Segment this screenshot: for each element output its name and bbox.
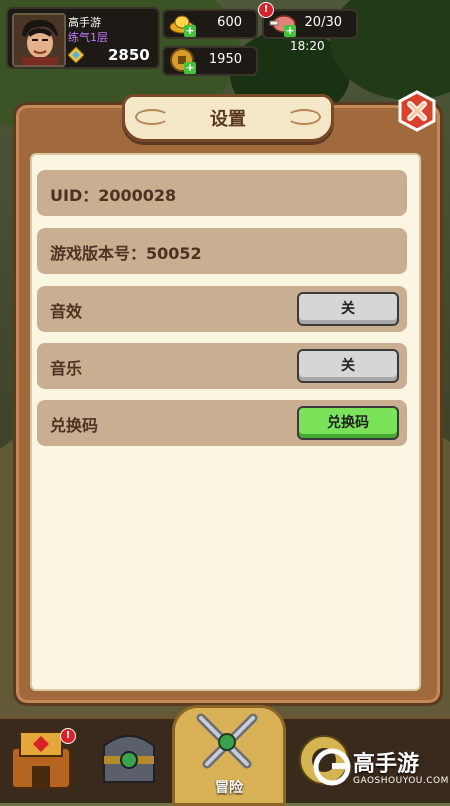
- version-text: 游戏版本号：50052: [50, 244, 202, 263]
- adventure-tab[interactable]: 冒险: [172, 705, 286, 806]
- crossed-swords-icon: [196, 713, 258, 769]
- dialog-title: 设置: [210, 109, 246, 130]
- redeem-code-button[interactable]: 兑换码: [297, 406, 399, 440]
- music-toggle-button[interactable]: 关: [297, 349, 399, 383]
- sound-row: 音效 关: [37, 286, 407, 332]
- stamina-counter[interactable]: + 20/30: [262, 9, 358, 39]
- version-row: 游戏版本号：50052: [37, 228, 407, 274]
- gold-value: 600: [217, 15, 242, 30]
- player-info-panel[interactable]: 高手游 练气1层 2850: [6, 7, 160, 69]
- gold-counter[interactable]: + 600: [162, 9, 258, 39]
- redeem-label: 兑换码: [50, 416, 99, 435]
- player-name: 高手游: [68, 16, 101, 29]
- add-gold-icon[interactable]: +: [184, 25, 196, 37]
- stamina-alert-badge: !: [258, 2, 274, 18]
- add-stamina-icon[interactable]: +: [284, 25, 296, 37]
- avatar[interactable]: [12, 13, 66, 67]
- watermark-brand: 高手游: [353, 752, 420, 777]
- coin-value: 1950: [208, 52, 242, 67]
- add-coin-icon[interactable]: +: [184, 62, 196, 74]
- music-row: 音乐 关: [37, 343, 407, 389]
- sound-label: 音效: [50, 302, 83, 321]
- close-icon[interactable]: [396, 90, 438, 132]
- uid-row: UID：2000028: [37, 170, 407, 216]
- adventure-tab-label: 冒险: [215, 780, 243, 796]
- power-icon: [68, 47, 84, 63]
- sound-toggle-button[interactable]: 关: [297, 292, 399, 326]
- power-value: 2850: [108, 46, 150, 64]
- castle-alert-badge: !: [60, 728, 76, 744]
- dialog-title-plate: 设置: [122, 94, 334, 142]
- watermark-url: GAOSHOUYOU.COM: [353, 776, 449, 786]
- uid-text: UID：2000028: [50, 186, 177, 205]
- armor-chest-icon[interactable]: [94, 722, 164, 792]
- player-rank: 练气1层: [68, 31, 108, 44]
- music-label: 音乐: [50, 359, 83, 378]
- recovery-timer: 18:20: [290, 39, 325, 53]
- coin-counter[interactable]: + 1950: [162, 46, 258, 76]
- redeem-row: 兑换码 兑换码: [37, 400, 407, 446]
- stamina-value: 20/30: [304, 15, 342, 30]
